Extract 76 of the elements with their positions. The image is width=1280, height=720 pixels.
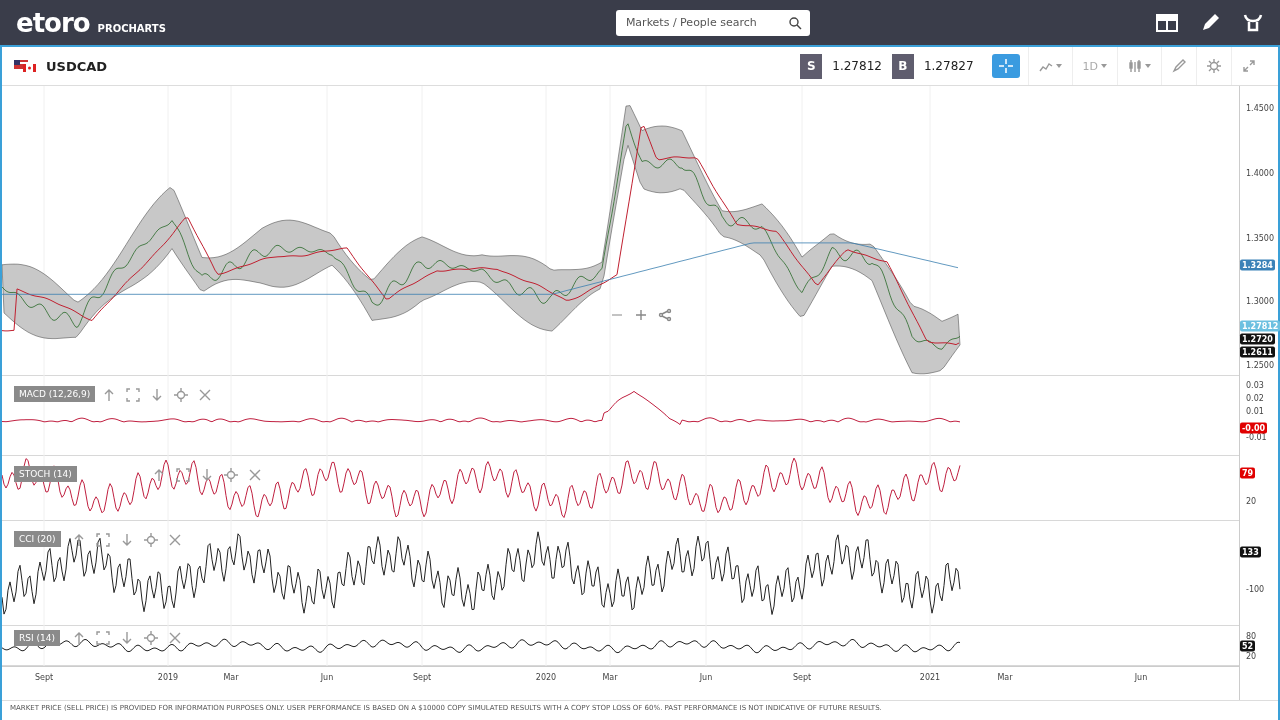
maximize-icon xyxy=(96,533,110,547)
layout-icon[interactable] xyxy=(1156,13,1178,32)
buy-price: 1.27827 xyxy=(922,59,975,73)
candlestick-icon xyxy=(1128,59,1142,73)
close-icon xyxy=(248,468,262,482)
value-badge: 52 xyxy=(1240,640,1256,652)
close-icon xyxy=(168,631,182,645)
etoro-logo[interactable]: etoro xyxy=(16,7,90,38)
instrument-symbol: USDCAD xyxy=(46,58,108,74)
value-tick: 80 xyxy=(1246,631,1257,641)
value-tick: 0.02 xyxy=(1246,393,1264,403)
value-badge: 79 xyxy=(1240,467,1256,479)
date-tick: Jun xyxy=(1134,673,1148,682)
indicator-label[interactable]: RSI (14) xyxy=(14,630,60,646)
maximize-icon xyxy=(176,468,190,482)
indicator-label[interactable]: STOCH (14) xyxy=(14,466,77,482)
date-tick: Sept xyxy=(412,673,432,682)
flag-icon xyxy=(14,60,36,72)
price-badge: 1.27812 xyxy=(1240,320,1280,332)
arrow-down-icon xyxy=(120,631,134,645)
plus-icon xyxy=(634,308,648,322)
arrow-down-icon xyxy=(150,388,164,402)
value-badge: -0.00 xyxy=(1240,422,1268,434)
search-field[interactable]: Markets / People search xyxy=(615,9,810,36)
sell-label[interactable]: S xyxy=(800,53,823,79)
value-tick: 0.03 xyxy=(1246,380,1264,390)
date-tick: 2021 xyxy=(919,673,941,682)
date-tick: Mar xyxy=(223,673,239,682)
price-tick: 1.2500 xyxy=(1246,360,1274,370)
caret-icon xyxy=(1055,64,1062,68)
date-tick: 2019 xyxy=(157,673,179,682)
arrow-up-icon xyxy=(102,388,116,402)
close-icon xyxy=(198,388,212,402)
arrow-up-icon xyxy=(72,631,86,645)
close-icon xyxy=(168,533,182,547)
caret-icon xyxy=(1145,64,1151,68)
timeframe-button[interactable]: 1D xyxy=(1071,47,1117,85)
value-tick: -100 xyxy=(1246,584,1265,594)
search-icon xyxy=(787,15,802,30)
price-tick: 1.3500 xyxy=(1246,233,1274,243)
value-tick: 20 xyxy=(1246,496,1257,506)
date-tick: Mar xyxy=(997,673,1013,682)
buy-label[interactable]: B xyxy=(891,53,914,79)
maximize-icon xyxy=(96,631,110,645)
date-tick: 2020 xyxy=(535,673,557,682)
arrow-down-icon xyxy=(120,533,134,547)
crosshair-icon xyxy=(998,59,1013,73)
procharts-label: PROCHARTS xyxy=(97,23,166,34)
value-tick: -0.01 xyxy=(1246,432,1267,442)
arrow-up-icon xyxy=(152,468,166,482)
price-badge: 1.3284 xyxy=(1240,259,1275,271)
date-tick: Jun xyxy=(320,673,334,682)
value-badge: 133 xyxy=(1240,546,1261,558)
arrow-down-icon xyxy=(200,468,214,482)
pen-icon xyxy=(1172,59,1186,73)
arrow-up-icon xyxy=(72,533,86,547)
price-tick: 1.4500 xyxy=(1246,103,1274,113)
date-tick: Sept xyxy=(792,673,812,682)
date-tick: Jun xyxy=(699,673,713,682)
indicator-label[interactable]: MACD (12,26,9) xyxy=(14,386,96,402)
caret-icon xyxy=(1101,64,1107,68)
date-tick: Sept xyxy=(34,673,54,682)
pencil-icon[interactable] xyxy=(1200,12,1220,33)
price-tick: 1.4000 xyxy=(1246,168,1274,178)
price-badge: 1.2611 xyxy=(1240,346,1275,358)
crosshair-button[interactable] xyxy=(991,54,1020,78)
share-icon xyxy=(658,308,672,322)
price-tick: 1.3000 xyxy=(1246,296,1274,306)
indicator-label[interactable]: CCI (20) xyxy=(14,531,61,547)
sell-price: 1.27812 xyxy=(831,59,883,73)
date-tick: Mar xyxy=(602,673,618,682)
maximize-icon xyxy=(126,388,140,402)
price-badge: 1.2720 xyxy=(1240,333,1275,345)
expand-icon xyxy=(1242,59,1256,73)
value-tick: 0.01 xyxy=(1246,406,1264,416)
value-tick: 20 xyxy=(1246,651,1257,661)
